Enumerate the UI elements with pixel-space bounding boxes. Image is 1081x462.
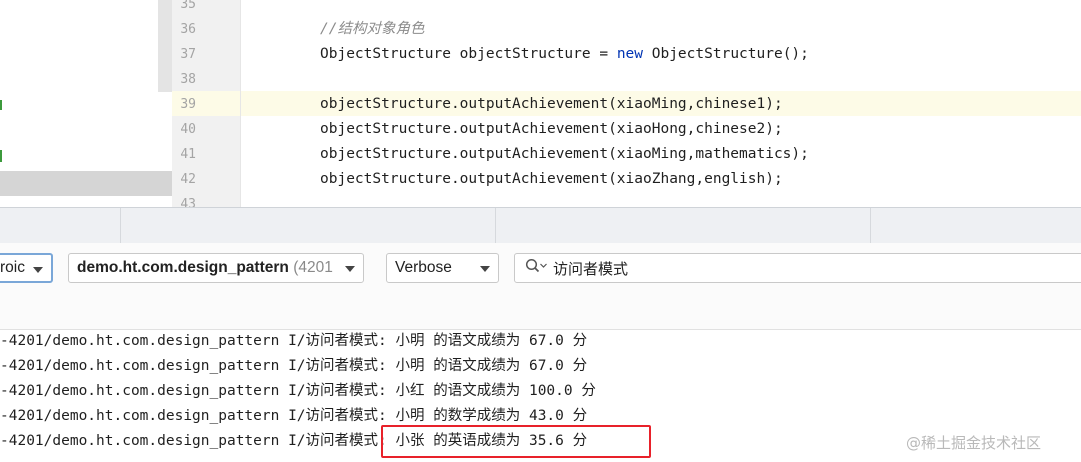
process-pid: (4201: [293, 259, 333, 276]
tree-change-marker: [0, 100, 2, 110]
header-divider: [870, 208, 871, 243]
process-name: demo.ht.com.design_pattern: [77, 259, 289, 276]
device-dropdown[interactable]: roic: [0, 253, 53, 283]
code-declaration-rhs: ObjectStructure();: [643, 46, 809, 62]
line-number: 41: [180, 147, 196, 162]
chevron-down-icon: [480, 266, 490, 272]
line-number: 37: [180, 47, 196, 62]
annotation-highlight-box: [381, 425, 651, 458]
code-line-call[interactable]: objectStructure.outputAchievement(xiaoMi…: [320, 142, 809, 167]
code-keyword-new: new: [616, 46, 644, 62]
chevron-down-icon: [345, 266, 355, 272]
code-comment[interactable]: //结构对象角色: [320, 17, 424, 42]
watermark-text: @稀土掘金技术社区: [906, 434, 1042, 452]
line-number: 39: [180, 97, 196, 112]
log-line[interactable]: -4201/demo.ht.com.design_pattern I/访问者模式…: [0, 354, 587, 379]
logcat-panel-header: [0, 207, 1081, 244]
code-line-call[interactable]: objectStructure.outputAchievement(xiaoZh…: [320, 167, 783, 192]
log-level-value: Verbose: [395, 259, 452, 276]
tree-change-marker: [0, 150, 2, 162]
logcat-search-box[interactable]: [514, 253, 1081, 283]
log-line[interactable]: -4201/demo.ht.com.design_pattern I/访问者模式…: [0, 379, 596, 404]
line-number: 36: [180, 22, 196, 37]
header-divider: [495, 208, 496, 243]
log-line[interactable]: -4201/demo.ht.com.design_pattern I/访问者模式…: [0, 329, 587, 354]
log-level-dropdown[interactable]: Verbose: [386, 253, 499, 283]
chevron-down-icon: [33, 267, 43, 273]
line-number: 40: [180, 122, 196, 137]
header-divider: [120, 208, 121, 243]
code-line-call[interactable]: objectStructure.outputAchievement(xiaoMi…: [320, 92, 783, 117]
line-number: 42: [180, 172, 196, 187]
code-line-declaration[interactable]: ObjectStructure objectStructure = new Ob…: [320, 42, 809, 67]
search-icon: [525, 258, 547, 278]
search-input[interactable]: [553, 259, 1033, 277]
project-tree-selected-row[interactable]: [0, 171, 172, 196]
project-tree-pane[interactable]: [0, 0, 172, 207]
device-dropdown-value: roic: [0, 259, 25, 276]
line-number: 38: [180, 72, 196, 87]
line-number: 35: [180, 0, 196, 12]
code-declaration-lhs: ObjectStructure objectStructure =: [320, 46, 617, 62]
code-line-call[interactable]: objectStructure.outputAchievement(xiaoHo…: [320, 117, 783, 142]
project-tree-scrollbar[interactable]: [158, 0, 172, 92]
process-dropdown[interactable]: demo.ht.com.design_pattern (4201: [68, 253, 364, 283]
